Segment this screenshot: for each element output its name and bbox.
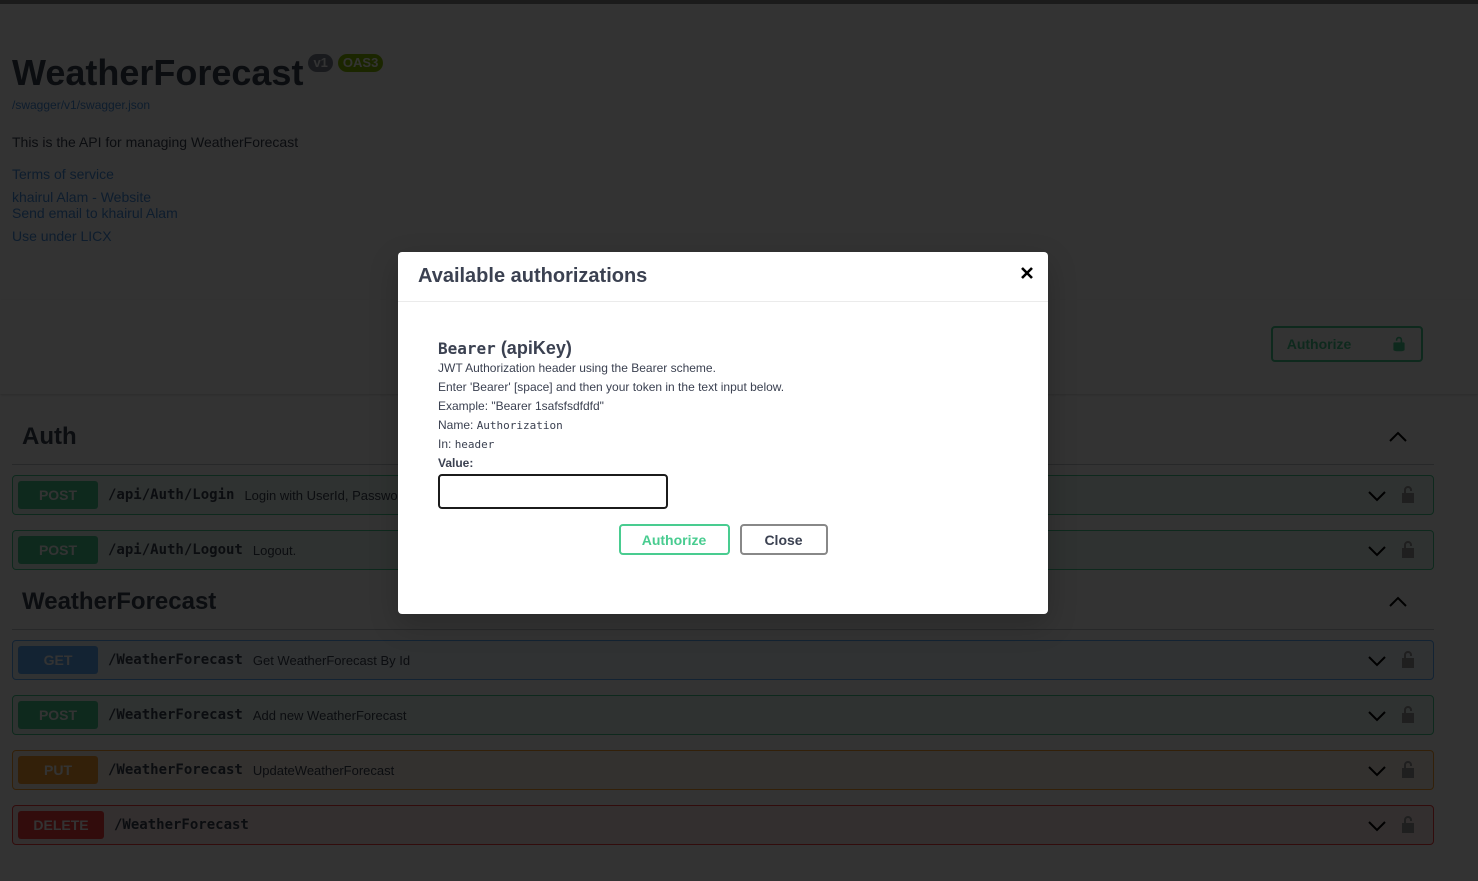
scheme-description-line: Enter 'Bearer' [space] and then your tok… bbox=[438, 380, 785, 394]
scheme-title: Bearer (apiKey) bbox=[438, 338, 1008, 359]
value-input[interactable] bbox=[438, 474, 668, 509]
scheme-name-row: Name: Authorization bbox=[438, 416, 1008, 435]
close-icon[interactable] bbox=[1020, 266, 1034, 280]
scheme-name: Bearer bbox=[438, 339, 496, 358]
modal-close-button[interactable]: Close bbox=[739, 524, 828, 555]
auth-modal: Available authorizations Bearer (apiKey)… bbox=[398, 252, 1048, 614]
modal-body: Bearer (apiKey) JWT Authorization header… bbox=[398, 302, 1048, 555]
in-value: header bbox=[454, 438, 495, 451]
name-label: Name: bbox=[438, 418, 474, 432]
name-value: Authorization bbox=[476, 419, 563, 432]
modal-header: Available authorizations bbox=[398, 252, 1048, 302]
scheme-in-row: In: header bbox=[438, 435, 1008, 454]
in-label: In: bbox=[438, 437, 452, 451]
scheme-description-line: JWT Authorization header using the Beare… bbox=[438, 361, 716, 375]
scheme-type: (apiKey) bbox=[500, 338, 572, 358]
modal-buttons: Authorize Close bbox=[438, 524, 1008, 555]
value-label: Value: bbox=[438, 456, 474, 470]
modal-title: Available authorizations bbox=[418, 265, 648, 287]
scheme-description-line: Example: "Bearer 1safsfsdfdfd" bbox=[438, 399, 604, 413]
modal-authorize-button[interactable]: Authorize bbox=[618, 524, 730, 555]
